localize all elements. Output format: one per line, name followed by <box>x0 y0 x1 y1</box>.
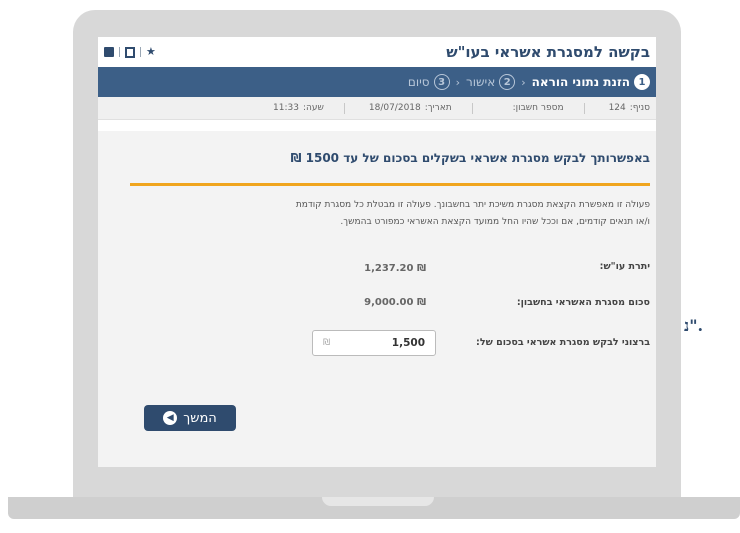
description: פעולה זו מאפשרת הקצאת מסגרת משיכת יתר בח… <box>120 197 650 231</box>
side-text: נ". <box>684 316 704 335</box>
app-screen: בקשה למסגרת אשראי בעו"ש ★ 1 הזנת נתוני ה… <box>98 37 656 467</box>
description-line: פעולה זו מאפשרת הקצאת מסגרת משיכת יתר בח… <box>295 200 650 210</box>
info-divider <box>343 102 345 114</box>
info-divider <box>471 102 473 114</box>
continue-label: המשך <box>183 410 217 426</box>
balance-label: יתרת עו"ש: <box>599 261 650 272</box>
toolbar-divider <box>119 47 120 57</box>
request-label: ברצוני לבקש מסגרת אשראי בסכום של: <box>476 337 650 348</box>
chevron-left-icon: ‹ <box>521 75 526 89</box>
step-number: 3 <box>433 74 450 90</box>
content-panel: באפשרותך לבקש מסגרת אשראי בשקלים בסכום ש… <box>98 131 656 467</box>
date-label: תאריך: <box>424 103 452 113</box>
step-label: הזנת נתוני הוראה <box>531 75 630 89</box>
date-value: 18/07/2018 <box>368 103 421 113</box>
star-icon[interactable]: ★ <box>146 46 156 57</box>
step-3: 3 סיום <box>408 74 450 90</box>
chevron-left-icon: ‹ <box>455 75 460 89</box>
step-number: 1 <box>634 74 650 90</box>
amount-input[interactable]: ₪ 1,500 <box>312 330 436 356</box>
credit-value: ₪ 9,000.00 <box>364 297 426 308</box>
account-label: מספר חשבון: <box>512 103 564 113</box>
steps-bar: 1 הזנת נתוני הוראה ‹ 2 אישור ‹ 3 סיום <box>98 67 656 97</box>
toolbar: ★ <box>104 46 156 58</box>
step-1: 1 הזנת נתוני הוראה <box>532 74 650 90</box>
info-bar: סניף: 124 מספר חשבון: תאריך: 18/07/2018 … <box>98 97 656 120</box>
heading-divider <box>130 183 650 186</box>
title-row: בקשה למסגרת אשראי בעו"ש ★ <box>98 37 656 67</box>
branch-value: 124 <box>608 103 626 113</box>
step-number: 2 <box>499 74 516 90</box>
time-value: 11:33 <box>273 103 299 113</box>
continue-button[interactable]: המשך ◀ <box>144 405 236 431</box>
section-heading: באפשרותך לבקש מסגרת אשראי בשקלים בסכום ש… <box>290 151 650 165</box>
arrow-left-icon: ◀ <box>163 411 178 425</box>
save-icon[interactable] <box>125 46 135 58</box>
print-icon[interactable] <box>104 47 114 57</box>
step-label: סיום <box>407 75 430 89</box>
page-title: בקשה למסגרת אשראי בעו"ש <box>446 43 650 61</box>
time-label: שעה: <box>302 103 324 113</box>
currency-icon: ₪ <box>323 338 331 348</box>
credit-label: סכום מסגרת האשראי בחשבון: <box>516 297 650 308</box>
step-label: אישור <box>466 75 496 89</box>
amount-value: 1,500 <box>391 337 425 349</box>
info-divider <box>583 102 585 114</box>
toolbar-divider <box>140 47 141 57</box>
balance-value: ₪ 1,237.20 <box>364 263 426 274</box>
branch-label: סניף: <box>629 103 650 113</box>
step-2: 2 אישור <box>466 74 516 90</box>
description-line: ו/או תנאים קודמים, אם וככל שהיו החל ממוע… <box>340 217 650 227</box>
laptop-notch <box>322 497 434 506</box>
